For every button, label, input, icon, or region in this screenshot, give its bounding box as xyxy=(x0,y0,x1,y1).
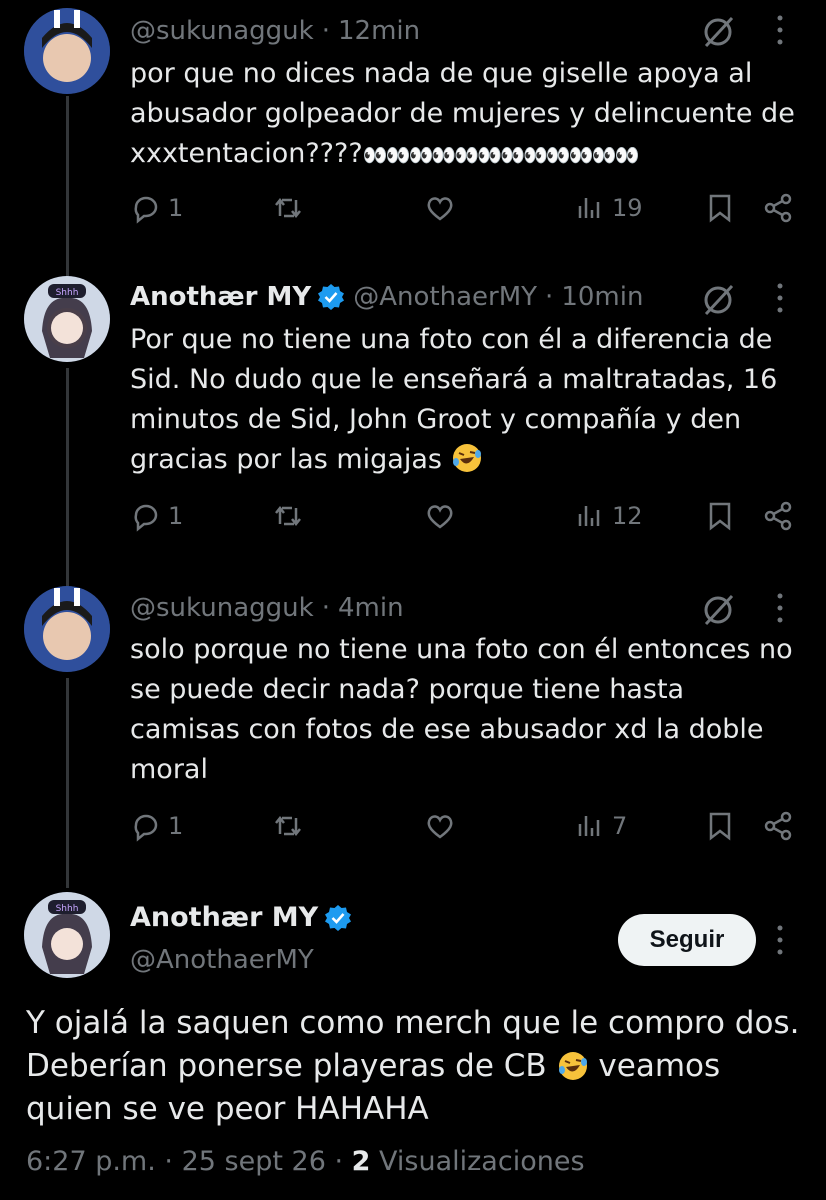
repost-button[interactable] xyxy=(272,192,304,224)
handle[interactable]: @sukunagguk xyxy=(130,15,314,47)
tweet-date[interactable]: 25 sept 26 xyxy=(182,1146,326,1177)
main-author: Anothær MY xyxy=(130,902,360,934)
more-icon[interactable] xyxy=(770,922,790,958)
views-label: Visualizaciones xyxy=(379,1146,585,1177)
reply-count: 1 xyxy=(168,502,184,530)
handle[interactable]: @sukunagguk xyxy=(130,592,314,624)
views-button[interactable]: 12 xyxy=(574,500,643,532)
action-bar: 1 12 xyxy=(130,500,810,540)
share-icon xyxy=(764,501,792,531)
views-button[interactable]: 7 xyxy=(574,810,627,842)
thread-line xyxy=(66,96,69,278)
thread-line xyxy=(66,678,69,888)
repost-icon xyxy=(275,815,301,837)
avatar[interactable]: Shhh xyxy=(24,276,110,362)
avatar[interactable]: Shhh xyxy=(24,892,110,978)
laughing-emoji-icon xyxy=(558,1052,587,1080)
reply-header: @sukunagguk · 12min xyxy=(130,15,420,47)
laughing-emoji-icon xyxy=(452,444,481,472)
share-icon xyxy=(764,811,792,841)
repost-button[interactable] xyxy=(272,500,304,532)
share-button[interactable] xyxy=(762,192,794,224)
separator: · xyxy=(164,1146,182,1177)
reply-button[interactable]: 1 xyxy=(130,500,183,532)
timestamp[interactable]: 10min xyxy=(561,281,643,313)
more-icon[interactable] xyxy=(770,590,790,626)
bookmark-icon xyxy=(709,502,731,531)
main-handle[interactable]: @AnothaerMY xyxy=(130,944,314,976)
share-button[interactable] xyxy=(762,810,794,842)
share-button[interactable] xyxy=(762,500,794,532)
reply-header: Anothær MY @AnothaerMY · 10min xyxy=(130,281,643,313)
separator: · xyxy=(334,1146,352,1177)
like-button[interactable] xyxy=(424,500,456,532)
views-icon xyxy=(578,816,600,836)
more-icon[interactable] xyxy=(770,280,790,316)
repost-button[interactable] xyxy=(272,810,304,842)
repost-icon xyxy=(275,197,301,219)
grok-icon[interactable] xyxy=(700,14,736,50)
reply-icon xyxy=(134,196,158,224)
reply-icon xyxy=(134,814,158,842)
svg-text:Shhh: Shhh xyxy=(56,288,79,298)
like-icon xyxy=(427,505,453,529)
display-name[interactable]: Anothær MY xyxy=(130,281,311,313)
reply-button[interactable]: 1 xyxy=(130,192,183,224)
like-icon xyxy=(427,815,453,839)
verified-icon xyxy=(325,905,352,931)
svg-text:Shhh: Shhh xyxy=(56,904,79,914)
views-icon xyxy=(578,506,600,526)
more-icon[interactable] xyxy=(770,12,790,48)
views-count: 12 xyxy=(612,502,643,530)
avatar[interactable] xyxy=(24,8,110,94)
reply-count: 1 xyxy=(168,194,184,222)
bookmark-button[interactable] xyxy=(704,810,736,842)
separator: · xyxy=(321,593,330,623)
verified-icon xyxy=(318,284,345,310)
reply-text: solo porque no tiene una foto con él ent… xyxy=(130,634,793,785)
bookmark-icon xyxy=(709,194,731,223)
like-icon xyxy=(427,197,453,221)
follow-button[interactable]: Seguir xyxy=(618,914,756,966)
reply-text: Por que no tiene una foto con él a difer… xyxy=(130,320,800,480)
handle[interactable]: @AnothaerMY xyxy=(353,281,537,313)
separator: · xyxy=(321,16,330,46)
views-count: 19 xyxy=(612,194,643,222)
eyes-emoji: 👀👀👀👀👀👀👀👀👀👀👀👀 xyxy=(362,143,640,167)
reply-text: por que no dices nada de que giselle apo… xyxy=(130,54,800,175)
tweet-time[interactable]: 6:27 p.m. xyxy=(26,1146,156,1177)
tweet-meta: 6:27 p.m. · 25 sept 26 · 2 Visualizacion… xyxy=(26,1146,585,1177)
reply-count: 1 xyxy=(168,812,184,840)
timestamp[interactable]: 12min xyxy=(338,15,420,47)
grok-icon[interactable] xyxy=(700,592,736,628)
action-bar: 1 7 xyxy=(130,810,810,850)
separator: · xyxy=(545,282,554,312)
action-bar: 1 19 xyxy=(130,192,810,232)
bookmark-button[interactable] xyxy=(704,500,736,532)
display-name[interactable]: Anothær MY xyxy=(130,902,318,934)
views-button[interactable]: 19 xyxy=(574,192,643,224)
thread-line xyxy=(66,368,69,586)
grok-icon[interactable] xyxy=(700,282,736,318)
reply-button[interactable]: 1 xyxy=(130,810,183,842)
bookmark-button[interactable] xyxy=(704,192,736,224)
views-count: 2 xyxy=(351,1146,371,1177)
reply-header: @sukunagguk · 4min xyxy=(130,592,404,624)
bookmark-icon xyxy=(709,812,731,841)
reply-icon xyxy=(134,504,158,532)
like-button[interactable] xyxy=(424,810,456,842)
share-icon xyxy=(764,193,792,223)
avatar[interactable] xyxy=(24,586,110,672)
like-button[interactable] xyxy=(424,192,456,224)
views-count: 7 xyxy=(612,812,628,840)
main-tweet-text: Y ojalá la saquen como merch que le comp… xyxy=(26,1002,806,1131)
views-icon xyxy=(578,198,600,218)
timestamp[interactable]: 4min xyxy=(338,592,404,624)
repost-icon xyxy=(275,505,301,527)
